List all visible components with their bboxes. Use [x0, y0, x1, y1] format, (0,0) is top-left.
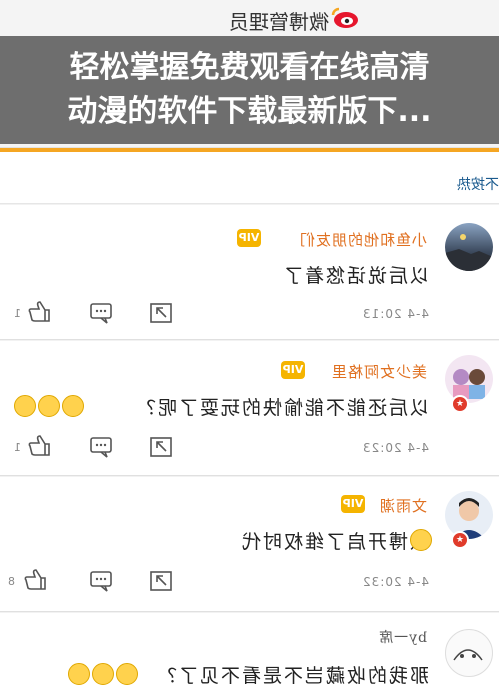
crying-emoji-icon: [14, 395, 36, 417]
repost-icon[interactable]: [149, 570, 173, 592]
comment-item: VIP 小鱼和他的朋友们 以后说话悠着了 4-4 20:13 1: [0, 205, 499, 340]
header-title: 微博管理员: [229, 10, 329, 34]
sort-label[interactable]: 不按热: [457, 174, 499, 194]
laughing-emoji-icon: [116, 663, 138, 685]
weibo-logo-icon: [331, 7, 358, 28]
comment-text: 以后还能不能愉快的玩耍了呢？: [134, 397, 429, 419]
verified-badge-icon: ★: [451, 395, 469, 413]
comment-time: 4-4 20:32: [362, 575, 429, 589]
verified-badge-icon: ★: [451, 531, 469, 549]
comment-item: by一席 那我的收藏岂不是看不见了？: [0, 613, 499, 690]
caption-line-1: 轻松掌握免费观看在线高清: [69, 50, 430, 85]
comment-text: 以后说话悠着了: [281, 265, 429, 287]
comment-icon[interactable]: [89, 436, 113, 458]
avatar[interactable]: [445, 355, 493, 403]
vip-badge-icon: VIP: [237, 229, 261, 247]
comment-text: 那我的收藏岂不是看不见了？: [155, 665, 429, 687]
like-icon[interactable]: [27, 300, 51, 322]
crying-emoji-icon: [62, 395, 84, 417]
repost-icon[interactable]: [149, 302, 173, 324]
like-icon[interactable]: [27, 434, 51, 456]
comment-username[interactable]: 文雨潮: [379, 495, 427, 516]
comment-username[interactable]: 小鱼和他的朋友们: [299, 229, 427, 250]
laughing-emoji-icon: [92, 663, 114, 685]
sub-nav: 不按热: [0, 152, 499, 204]
comment-text: 微博开启了维权时代: [239, 531, 429, 553]
comment-icon[interactable]: [89, 570, 113, 592]
comment-username[interactable]: 美少女阿格里: [331, 361, 427, 382]
comment-time: 4-4 20:23: [362, 441, 429, 455]
comment-username[interactable]: by一席: [378, 627, 427, 647]
caption-line-2: 动漫的软件下载最新版下...: [67, 94, 432, 129]
like-count: 8: [8, 575, 15, 588]
laughing-emoji-icon: [68, 663, 90, 685]
like-icon[interactable]: [23, 568, 47, 590]
comment-time: 4-4 20:13: [362, 307, 429, 321]
comment-icon[interactable]: [89, 302, 113, 324]
repost-icon[interactable]: [149, 436, 173, 458]
avatar[interactable]: [445, 223, 493, 271]
crying-emoji-icon: [38, 395, 60, 417]
caption-overlay: 轻松掌握免费观看在线高清 动漫的软件下载最新版下...: [0, 36, 499, 144]
like-count: 1: [14, 441, 21, 454]
avatar[interactable]: [445, 491, 493, 539]
vip-badge-icon: VIP: [341, 495, 365, 513]
vip-badge-icon: VIP: [281, 361, 305, 379]
comment-item: ★ VIP 美少女阿格里 以后还能不能愉快的玩耍了呢？ 4-4 20:23 1: [0, 341, 499, 476]
avatar[interactable]: [445, 629, 493, 677]
comment-item: ★ VIP 文雨潮 微博开启了维权时代 4-4 20:32 8: [0, 477, 499, 612]
laughing-emoji-icon: [410, 529, 432, 551]
like-count: 1: [14, 307, 21, 320]
